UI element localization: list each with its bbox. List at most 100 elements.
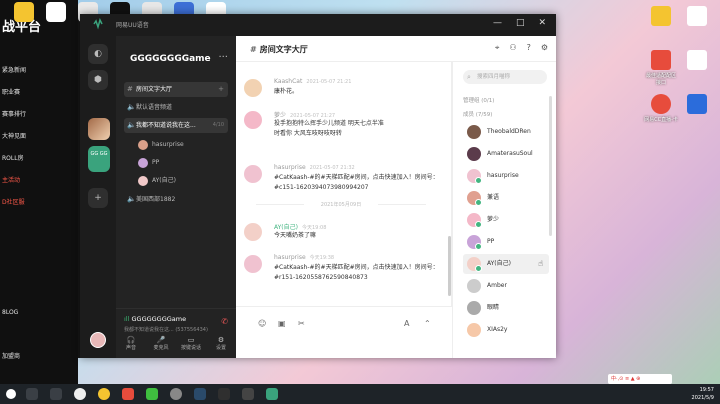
background-menu-item[interactable]	[0, 324, 78, 346]
emoji-icon[interactable]: ☺	[258, 319, 266, 328]
background-menu-item[interactable]: ROLL房	[0, 148, 78, 170]
message-author[interactable]: hasurprise	[274, 164, 306, 171]
add-server-button[interactable]: +	[88, 188, 108, 208]
cursor-icon: ☝	[538, 259, 543, 268]
member-item[interactable]: 眼睛	[463, 298, 549, 318]
desktop-icon[interactable]	[14, 2, 34, 22]
chat-scrollbar[interactable]	[448, 236, 451, 296]
member-item[interactable]: PP	[463, 232, 549, 252]
help-icon[interactable]: ?	[527, 43, 531, 53]
member-item[interactable]: TheobaldDRen	[463, 122, 549, 142]
maximize-icon[interactable]: □	[516, 18, 525, 28]
message-author[interactable]: KaashCat	[274, 78, 302, 85]
desktop-file-icon[interactable]	[680, 6, 714, 28]
background-menu-item[interactable]: 8LOG	[0, 302, 78, 324]
pin-icon[interactable]: ⌖	[495, 43, 500, 53]
hangup-icon[interactable]: ✆	[221, 317, 228, 326]
avatar[interactable]	[244, 223, 262, 241]
server-gg-button[interactable]: GG GG	[88, 146, 110, 172]
taskbar-app-icon[interactable]	[218, 388, 230, 400]
channel-voice-default[interactable]: 🔈 默认语音频道	[124, 100, 228, 115]
member-scrollbar[interactable]	[549, 96, 552, 236]
taskbar-app-icon[interactable]	[146, 388, 158, 400]
chat-message: AY(自己) 今天19:08 今天嘴奶茶了嘛	[244, 222, 434, 246]
background-menu-item[interactable]	[0, 258, 78, 280]
mic-button[interactable]: 🎤 麦克风	[146, 336, 176, 358]
taskbar-app-icon[interactable]	[98, 388, 110, 400]
user-avatar[interactable]	[90, 332, 106, 348]
taskbar-app-icon[interactable]	[74, 388, 86, 400]
member-search-input[interactable]: ⌕ 搜索四月喵称	[463, 70, 547, 84]
background-menu-item[interactable]: 赛事排行	[0, 104, 78, 126]
background-menu-item[interactable]: 职业赛	[0, 82, 78, 104]
member-group-header[interactable]: 成员 (7/59)	[463, 110, 492, 118]
taskbar-app-icon[interactable]	[266, 388, 278, 400]
message-author[interactable]: hasurprise	[274, 254, 306, 261]
voice-member[interactable]: PP	[138, 156, 159, 170]
avatar[interactable]	[244, 79, 262, 97]
push-to-talk-button[interactable]: ▭ 按键说话	[176, 336, 206, 358]
desktop-file-icon[interactable]	[680, 50, 714, 72]
member-item[interactable]: 兼语	[463, 188, 549, 208]
member-item[interactable]: hasurprise	[463, 166, 549, 186]
desktop-file-icon[interactable]: 最佳适配配区 接口	[644, 50, 678, 86]
desktop-doc-icon[interactable]	[680, 94, 714, 116]
channel-voice-current[interactable]: 🔈 我都不知道说我在这... 4/10	[124, 118, 228, 133]
taskbar-app-icon[interactable]	[50, 388, 62, 400]
member-item[interactable]: AmaterasuSoul	[463, 144, 549, 164]
member-item[interactable]: 萝少	[463, 210, 549, 230]
sound-button[interactable]: 🎧 声音	[116, 336, 146, 358]
taskbar-app-icon[interactable]	[170, 388, 182, 400]
member-item[interactable]: Amber	[463, 276, 549, 296]
voice-member[interactable]: AY(自己)	[138, 174, 176, 188]
desktop-folder-icon[interactable]	[644, 6, 678, 28]
settings-icon[interactable]: ⚙	[541, 43, 548, 53]
taskbar-app-icon[interactable]	[194, 388, 206, 400]
message-author[interactable]: AY(自己)	[274, 224, 298, 231]
avatar[interactable]	[244, 255, 262, 273]
start-icon[interactable]	[6, 389, 16, 399]
taskbar-app-icon[interactable]	[26, 388, 38, 400]
background-menu-item[interactable]: 紧急新闻	[0, 60, 78, 82]
close-icon[interactable]: ✕	[538, 18, 546, 28]
taskbar-app-icon[interactable]	[122, 388, 134, 400]
members-icon[interactable]: ⚇	[509, 43, 516, 53]
window-title: 网易UU语音	[116, 22, 149, 29]
server-avatar[interactable]	[88, 118, 110, 140]
background-menu-item[interactable]	[0, 214, 78, 236]
voice-member[interactable]: hasurprise	[138, 138, 184, 152]
background-menu-item[interactable]	[0, 236, 78, 258]
avatar[interactable]	[244, 111, 262, 129]
avatar[interactable]	[244, 165, 262, 183]
scissors-icon[interactable]: ✂	[298, 319, 305, 328]
search-icon: ⌕	[467, 73, 471, 81]
minimize-icon[interactable]: —	[493, 18, 502, 28]
more-icon[interactable]: ···	[218, 52, 228, 63]
member-item[interactable]: XIAs2y	[463, 320, 549, 340]
add-member-icon[interactable]: +	[218, 82, 224, 97]
window-titlebar[interactable]: 网易UU语音 — □ ✕	[80, 14, 556, 36]
channel-voice-us-west[interactable]: 🔈 美国西部1882	[124, 192, 228, 207]
desktop-app-icon[interactable]: 网易CC直播-卡	[644, 94, 678, 123]
taskbar-app-icon[interactable]	[242, 388, 254, 400]
image-icon[interactable]: ▣	[278, 319, 286, 328]
background-menu-item[interactable]	[0, 280, 78, 302]
message-author[interactable]: 萝少	[274, 112, 286, 119]
background-menu-item[interactable]: 加盟商	[0, 346, 78, 368]
background-menu-item[interactable]: D社区服	[0, 192, 78, 214]
message-input[interactable]: ☺ ▣ ✂ A ⌃	[236, 306, 452, 358]
server-name[interactable]: GGGGGGGGame	[130, 54, 211, 64]
background-menu-item[interactable]: 主活动	[0, 170, 78, 192]
background-menu-item[interactable]: 大神见面	[0, 126, 78, 148]
channel-text-lobby[interactable]: # 房间文字大厅 +	[124, 82, 228, 97]
ime-toolbar[interactable]: 中·,⊙ ≡ ▲ ⊕	[608, 374, 672, 384]
admin-group-header[interactable]: 管理组 (0/1)	[463, 96, 494, 104]
desktop-icon[interactable]	[46, 2, 66, 22]
cube-icon[interactable]: ⬢	[88, 70, 108, 90]
chat-icon[interactable]: ◐	[88, 44, 108, 64]
clock[interactable]: 19:57 2021/5/9	[692, 386, 714, 402]
expand-icon[interactable]: ⌃	[424, 319, 431, 328]
member-item[interactable]: AY(自己) ☝	[463, 254, 549, 274]
settings-button[interactable]: ⚙ 设置	[206, 336, 236, 358]
font-icon[interactable]: A	[404, 319, 409, 328]
